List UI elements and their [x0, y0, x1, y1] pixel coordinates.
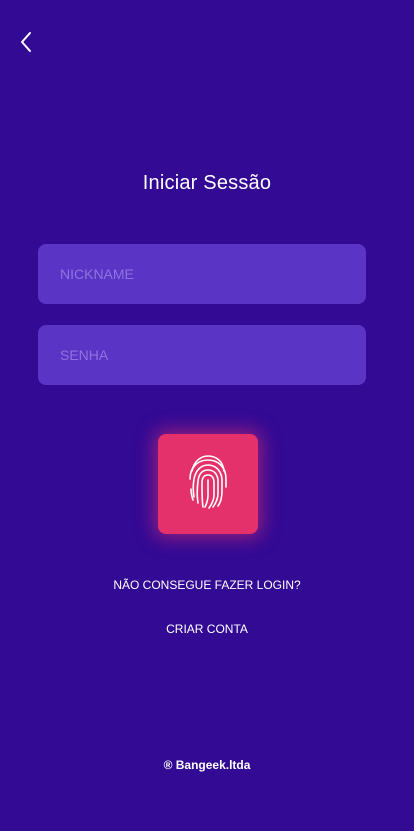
nickname-input[interactable]	[38, 244, 366, 304]
fingerprint-login-button[interactable]	[158, 434, 258, 534]
footer-copyright: ® Bangeek.ltda	[163, 758, 251, 772]
password-field-container	[38, 325, 366, 385]
back-button[interactable]	[12, 30, 40, 58]
password-input[interactable]	[38, 325, 366, 385]
nickname-field-container	[38, 244, 366, 304]
chevron-left-icon	[19, 31, 33, 58]
forgot-login-link[interactable]: NÃO CONSEGUE FAZER LOGIN?	[0, 578, 414, 592]
fingerprint-icon	[188, 453, 228, 516]
create-account-link[interactable]: CRIAR CONTA	[0, 622, 414, 636]
page-title: Iniciar Sessão	[142, 172, 272, 194]
